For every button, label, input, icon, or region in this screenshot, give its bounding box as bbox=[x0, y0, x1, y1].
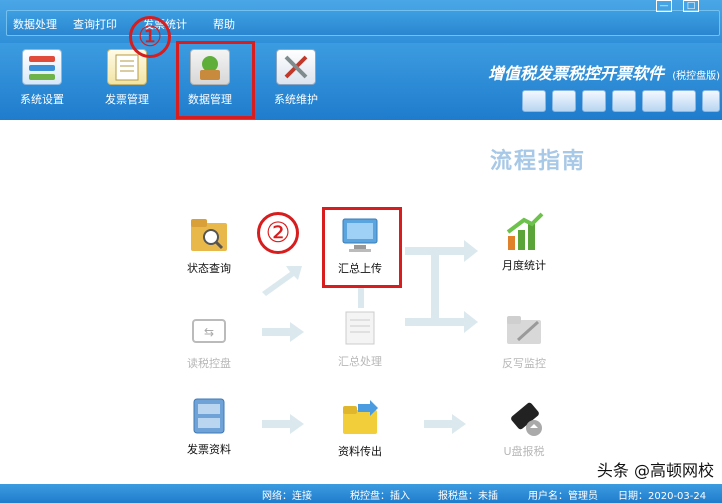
status-taxdisk: 税控盘：插入 bbox=[350, 491, 410, 502]
status-reportdisk: 报税盘：未插 bbox=[438, 491, 498, 502]
window-icon[interactable] bbox=[612, 90, 636, 112]
annotation-box-summary-upload bbox=[322, 207, 402, 288]
annotation-circle-2: ② bbox=[257, 212, 299, 254]
lock-icon[interactable] bbox=[672, 90, 696, 112]
status-user: 用户名：管理员 bbox=[528, 491, 598, 502]
user-icon[interactable] bbox=[522, 90, 546, 112]
maximize-button[interactable]: □ bbox=[683, 0, 699, 12]
status-network: 网络：连接 bbox=[262, 491, 312, 502]
status-bar: 网络：连接 税控盘：插入 报税盘：未插 用户名：管理员 日期：2020-03-2… bbox=[0, 484, 722, 503]
key-icon[interactable] bbox=[642, 90, 666, 112]
app-subtitle: (税控盘版) bbox=[672, 71, 720, 82]
main-panel: 流程指南 状态查询 汇总上传 月度统计 ⇆ 读税控盘 汇总处理 反写监控 发票资… bbox=[0, 120, 722, 484]
tool-label: 系统设置 bbox=[20, 93, 64, 106]
tool-label: 发票管理 bbox=[105, 93, 149, 106]
app-title: 增值税发票税控开票软件 bbox=[487, 64, 664, 83]
menu-item-query-print[interactable]: 查询打印 bbox=[73, 16, 117, 32]
flow-arrows bbox=[262, 240, 478, 434]
minimize-button[interactable]: — bbox=[656, 0, 672, 12]
tool-system-maintenance[interactable]: 系统维护 bbox=[264, 49, 328, 107]
help-icon[interactable] bbox=[582, 90, 606, 112]
system-maintenance-icon bbox=[276, 49, 316, 85]
tool-label: 系统维护 bbox=[274, 93, 318, 106]
menu-item-data-processing[interactable]: 数据处理 bbox=[13, 16, 57, 32]
menu-bar: 数据处理 查询打印 发票统计 帮助 — □ bbox=[0, 0, 722, 43]
status-date: 日期：2020-03-24 bbox=[618, 491, 707, 502]
globe-icon[interactable] bbox=[552, 90, 576, 112]
watermark: 头条 @高顿网校 bbox=[596, 461, 714, 480]
annotation-box-data-management bbox=[176, 41, 255, 119]
device-icon[interactable] bbox=[702, 90, 720, 112]
menu-strip: 数据处理 查询打印 发票统计 帮助 bbox=[6, 10, 720, 36]
system-settings-icon bbox=[22, 49, 62, 85]
annotation-circle-1: ① bbox=[129, 16, 171, 58]
menu-item-help[interactable]: 帮助 bbox=[213, 16, 235, 32]
toolbar: 系统设置 发票管理 数据管理 系统维护 增值税发票税控开票软件 (税控盘版) bbox=[0, 43, 722, 120]
tool-system-settings[interactable]: 系统设置 bbox=[10, 49, 74, 107]
